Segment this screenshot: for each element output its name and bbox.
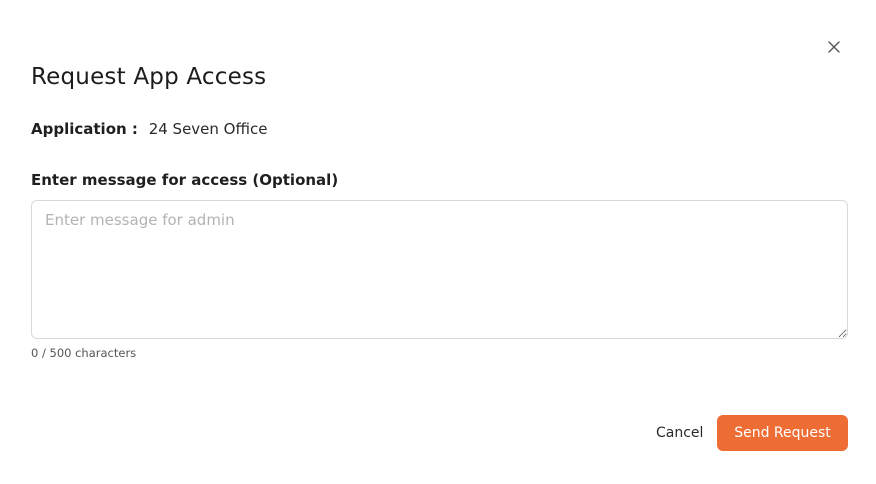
character-count: 0 / 500 characters	[31, 346, 137, 360]
send-request-button[interactable]: Send Request	[717, 415, 848, 451]
message-textarea[interactable]	[31, 200, 848, 339]
request-app-access-dialog: Request App Access Application : 24 Seve…	[0, 0, 876, 484]
cancel-button[interactable]: Cancel	[648, 416, 711, 450]
application-value: 24 Seven Office	[148, 120, 268, 138]
close-icon	[828, 41, 840, 53]
message-label: Enter message for access (Optional)	[31, 171, 339, 189]
close-button[interactable]	[824, 37, 844, 57]
dialog-title: Request App Access	[31, 64, 267, 90]
application-label: Application :	[31, 120, 138, 138]
application-row: Application : 24 Seven Office	[31, 118, 267, 140]
